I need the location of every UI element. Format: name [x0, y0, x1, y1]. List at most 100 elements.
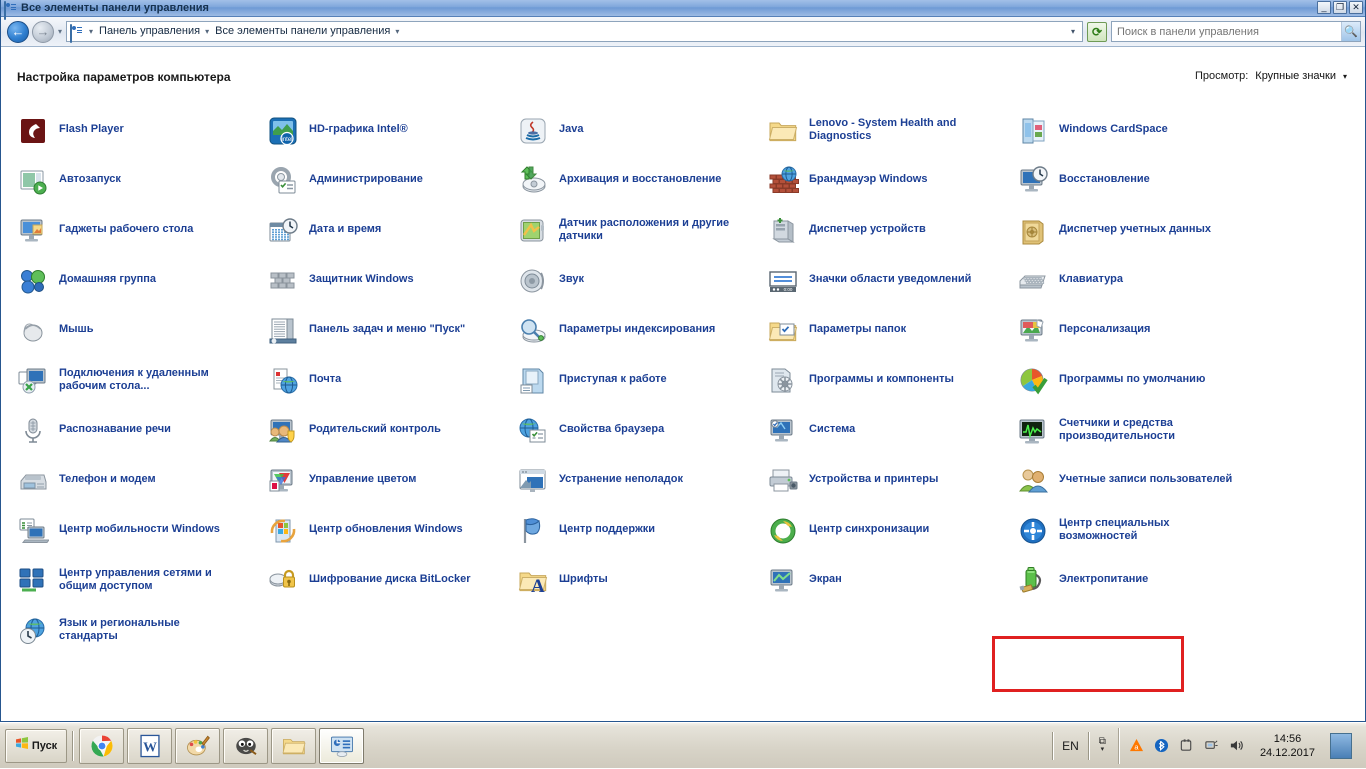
control-panel-item-label[interactable]: Центр специальных возможностей — [1059, 515, 1239, 543]
control-panel-item-label[interactable]: Программы по умолчанию — [1059, 365, 1205, 386]
control-panel-item-label[interactable]: Свойства браузера — [559, 415, 664, 436]
windows-firewall-icon[interactable] — [767, 165, 799, 197]
control-panel-item[interactable]: Почта — [267, 360, 517, 410]
control-panel-item-label[interactable]: Центр поддержки — [559, 515, 655, 536]
administrative-tools-icon[interactable] — [267, 165, 299, 197]
programs-features-icon[interactable] — [767, 365, 799, 397]
parental-controls-icon[interactable] — [267, 415, 299, 447]
control-panel-item[interactable]: Шифрование диска BitLocker — [267, 560, 517, 610]
control-panel-item-label[interactable]: Lenovo - System Health and Diagnostics — [809, 115, 989, 143]
bluetooth-icon[interactable] — [1154, 738, 1170, 754]
control-panel-item-label[interactable]: Архивация и восстановление — [559, 165, 721, 186]
display-icon[interactable] — [767, 565, 799, 597]
windows-update-icon[interactable] — [267, 515, 299, 547]
control-panel-item-label[interactable]: Панель задач и меню "Пуск" — [309, 315, 465, 336]
clock[interactable]: 14:56 24.12.2017 — [1260, 732, 1315, 760]
control-panel-item-label[interactable]: Управление цветом — [309, 465, 416, 486]
control-panel-item[interactable]: Распознавание речи — [17, 410, 267, 460]
safely-remove-hardware-icon[interactable] — [1179, 738, 1195, 754]
control-panel-item[interactable]: Программы и компоненты — [767, 360, 1017, 410]
intel-hd-graphics-icon[interactable]: intel — [267, 115, 299, 147]
personalization-icon[interactable] — [1017, 315, 1049, 347]
address-bar[interactable]: ▾ Панель управления ▾ Все элементы панел… — [66, 21, 1083, 43]
getting-started-icon[interactable] — [517, 365, 549, 397]
control-panel-item[interactable]: Гаджеты рабочего стола — [17, 210, 267, 260]
recovery-icon[interactable] — [1017, 165, 1049, 197]
control-panel-item[interactable]: Учетные записи пользователей — [1017, 460, 1267, 510]
autoplay-icon[interactable] — [17, 165, 49, 197]
control-panel-item-label[interactable]: Диспетчер учетных данных — [1059, 215, 1211, 236]
control-panel-item-label[interactable]: Гаджеты рабочего стола — [59, 215, 193, 236]
control-panel-item[interactable]: Электропитание — [1017, 560, 1267, 610]
control-panel-taskbar-button[interactable] — [319, 727, 364, 764]
control-panel-item[interactable]: Центр специальных возможностей — [1017, 510, 1267, 560]
control-panel-item[interactable]: Персонализация — [1017, 310, 1267, 360]
cardspace-icon[interactable] — [1017, 115, 1049, 147]
control-panel-item-label[interactable]: Центр мобильности Windows — [59, 515, 220, 536]
indexing-options-icon[interactable] — [517, 315, 549, 347]
region-language-icon[interactable] — [17, 615, 49, 647]
breadcrumb-separator[interactable]: ▾ — [86, 27, 97, 36]
control-panel-item-label[interactable]: Мышь — [59, 315, 94, 336]
control-panel-item[interactable]: Телефон и модем — [17, 460, 267, 510]
phone-modem-icon[interactable] — [17, 465, 49, 497]
breadcrumb-item-1[interactable]: Все элементы панели управления — [213, 22, 392, 41]
recent-pages-caret-icon[interactable]: ▾ — [58, 27, 62, 36]
control-panel-item[interactable]: Параметры индексирования — [517, 310, 767, 360]
date-time-icon[interactable] — [267, 215, 299, 247]
control-panel-item[interactable]: Приступая к работе — [517, 360, 767, 410]
control-panel-item[interactable]: Экран — [767, 560, 1017, 610]
breadcrumb-separator[interactable]: ▾ — [202, 27, 213, 36]
control-panel-item-label[interactable]: Параметры папок — [809, 315, 906, 336]
back-arrow-icon[interactable]: ← — [7, 20, 29, 43]
control-panel-item-label[interactable]: Устранение неполадок — [559, 465, 683, 486]
control-panel-item[interactable]: Архивация и восстановление — [517, 160, 767, 210]
language-indicator[interactable]: EN — [1062, 739, 1079, 753]
flash-player-icon[interactable] — [17, 115, 49, 147]
search-icon[interactable]: 🔍 — [1341, 22, 1360, 41]
control-panel-item[interactable]: Восстановление — [1017, 160, 1267, 210]
control-panel-item-label[interactable]: Клавиатура — [1059, 265, 1123, 286]
control-panel-item[interactable]: Защитник Windows — [267, 260, 517, 310]
control-panel-item-label[interactable]: Распознавание речи — [59, 415, 171, 436]
ease-of-access-icon[interactable] — [1017, 515, 1049, 547]
control-panel-item-label[interactable]: Центр управления сетями и общим доступом — [59, 565, 239, 593]
restore-button[interactable]: ❐ — [1333, 1, 1347, 14]
control-panel-item-label[interactable]: Центр обновления Windows — [309, 515, 463, 536]
control-panel-item[interactable]: Дата и время — [267, 210, 517, 260]
control-panel-item[interactable]: Брандмауэр Windows — [767, 160, 1017, 210]
avast-icon[interactable]: a — [1129, 738, 1145, 754]
control-panel-item-label[interactable]: Восстановление — [1059, 165, 1150, 186]
control-panel-item-label[interactable]: Устройства и принтеры — [809, 465, 938, 486]
bitlocker-icon[interactable] — [267, 565, 299, 597]
control-panel-item-label[interactable]: Персонализация — [1059, 315, 1150, 336]
speech-recognition-icon[interactable] — [17, 415, 49, 447]
control-panel-item[interactable]: Lenovo - System Health and Diagnostics — [767, 110, 1017, 160]
control-panel-item-label[interactable]: Параметры индексирования — [559, 315, 715, 336]
control-panel-item[interactable]: Администрирование — [267, 160, 517, 210]
explorer-taskbar-button[interactable] — [271, 727, 316, 764]
control-panel-item[interactable]: A Шрифты — [517, 560, 767, 610]
control-panel-item[interactable]: Мышь — [17, 310, 267, 360]
word-taskbar-button[interactable]: W — [127, 727, 172, 764]
control-panel-item[interactable]: Автозапуск — [17, 160, 267, 210]
power-options-icon[interactable] — [1017, 565, 1049, 597]
control-panel-item-label[interactable]: Звук — [559, 265, 584, 286]
notification-area-icons-icon[interactable]: 0:00 — [767, 265, 799, 297]
volume-icon[interactable] — [1229, 738, 1245, 754]
chevron-down-icon[interactable]: ▾ — [1071, 27, 1079, 36]
view-control[interactable]: Просмотр: Крупные значки ▾ — [1195, 70, 1347, 82]
control-panel-item[interactable]: Устройства и принтеры — [767, 460, 1017, 510]
mobility-center-icon[interactable] — [17, 515, 49, 547]
show-desktop-icon[interactable] — [1330, 732, 1352, 759]
control-panel-item-label[interactable]: Центр синхронизации — [809, 515, 929, 536]
control-panel-item[interactable]: Домашняя группа — [17, 260, 267, 310]
forward-arrow-icon[interactable]: → — [32, 20, 54, 43]
java-icon[interactable] — [517, 115, 549, 147]
control-panel-item[interactable]: Центр поддержки — [517, 510, 767, 560]
control-panel-item-label[interactable]: HD-графика Intel® — [309, 115, 408, 136]
desktop-gadgets-icon[interactable] — [17, 215, 49, 247]
control-panel-item[interactable]: Программы по умолчанию — [1017, 360, 1267, 410]
control-panel-item-label[interactable]: Windows CardSpace — [1059, 115, 1168, 136]
control-panel-item[interactable]: Центр обновления Windows — [267, 510, 517, 560]
